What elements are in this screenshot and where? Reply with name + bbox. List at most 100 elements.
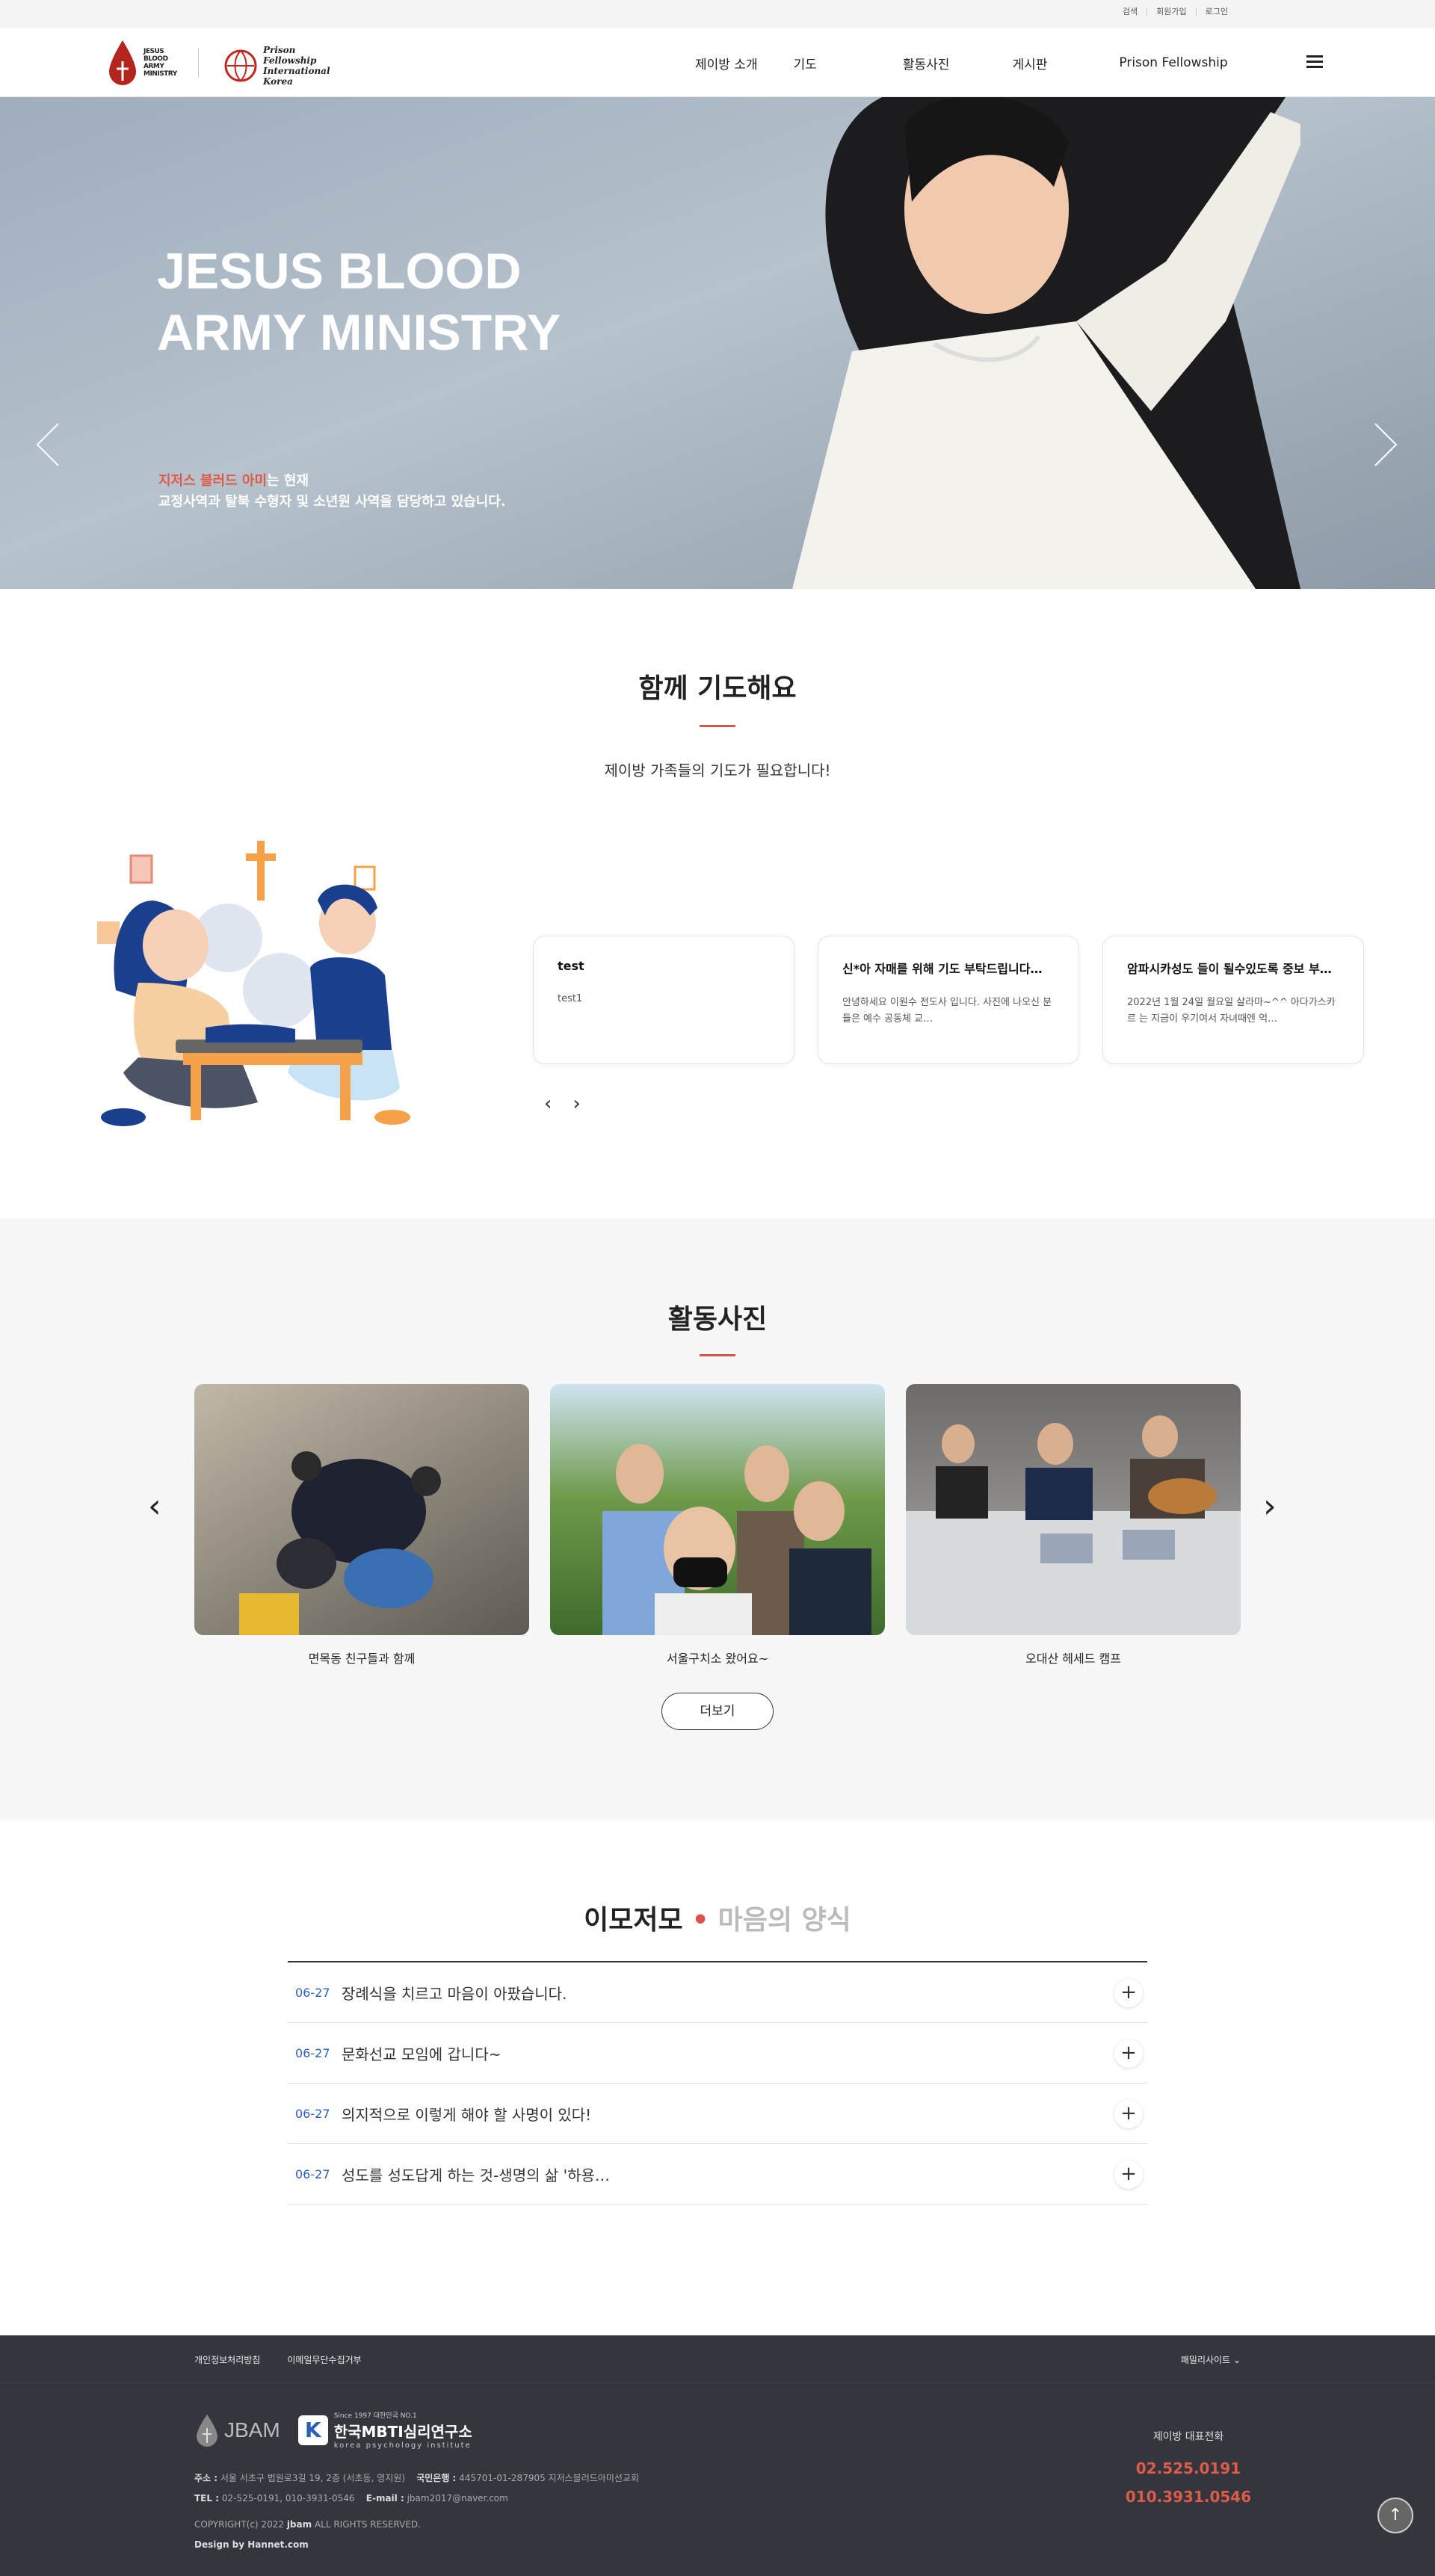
news-date: 06-27 (295, 2166, 330, 2181)
signup-link[interactable]: 회원가입 (1147, 7, 1195, 16)
prayer-title: 함께 기도해요 (638, 673, 797, 704)
footer-links: 개인정보처리방침 이메일무단수집거부 (194, 2353, 362, 2366)
footer-logos: JBAM K Since 1997 대한민국 NO.1 한국MBTI심리연구소 … (194, 2410, 472, 2450)
plus-icon[interactable]: + (1114, 1979, 1143, 2007)
prayer-prev-icon[interactable]: ‹ (544, 1093, 552, 1115)
hero-photo (792, 97, 1300, 589)
footer-call: 제이방 대표전화 02.525.0191 010.3931.0546 (1121, 2429, 1256, 2511)
photo-caption: 서울구치소 왔어요~ (666, 1652, 769, 1666)
phone-number[interactable]: 02.525.0191 (1121, 2454, 1256, 2483)
prayer-card-body: 2022년 1월 24일 월요일 살라마~^^ 아다가스카르 는 지금이 우기여… (1127, 997, 1336, 1025)
more-button[interactable]: 더보기 (661, 1693, 774, 1730)
email: jbam2017@naver.com (407, 2493, 508, 2504)
phone-number[interactable]: 010.3931.0546 (1121, 2483, 1256, 2511)
footer-jbam-logo: JBAM (194, 2413, 280, 2447)
design-credit[interactable]: Design by Hannet.com (194, 2539, 309, 2550)
privacy-link[interactable]: 개인정보처리방침 (194, 2353, 260, 2366)
news-row[interactable]: 06-27 성도를 성도답게 하는 것-생명의 삶 '하용… + (288, 2144, 1147, 2205)
tel: 02-525-0191, 010-3931-0546 (221, 2493, 355, 2504)
photo-caption: 오대산 헤세드 캠프 (1025, 1652, 1121, 1666)
news-row[interactable]: 06-27 문화선교 모임에 갑니다~ + (288, 2023, 1147, 2084)
jbam-logo-text: JESUS BLOOD ARMY MINISTRY (144, 48, 177, 78)
family-site-label: 패밀리사이트 (1180, 2355, 1231, 2365)
photo-item[interactable]: 오대산 헤세드 캠프 (906, 1384, 1241, 1667)
site-footer: 개인정보처리방침 이메일무단수집거부 패밀리사이트 ⌄ JBAM K Since… (0, 2335, 1435, 2576)
plus-icon[interactable]: + (1114, 2039, 1143, 2068)
footer-info: 주소 : 서울 서초구 법원로3길 19, 2층 (서초동, 영지원) 국민은행… (194, 2468, 639, 2555)
photo-prev-icon[interactable]: ‹ (148, 1487, 161, 1525)
address: 서울 서초구 법원로3길 19, 2층 (서초동, 영지원) (220, 2473, 405, 2483)
addr-label: 주소 : (194, 2473, 218, 2483)
nav-photos[interactable]: 활동사진 (903, 54, 950, 72)
photo-caption: 면목동 친구들과 함께 (308, 1652, 416, 1666)
kpi-logo-icon: K (297, 2415, 328, 2445)
family-site-select[interactable]: 패밀리사이트 ⌄ (1181, 2353, 1241, 2366)
nav-prayer[interactable]: 기도 (794, 54, 817, 72)
photo-image (194, 1384, 529, 1635)
hero-prev-icon[interactable] (36, 422, 60, 467)
blood-drop-icon (109, 40, 136, 85)
tel-label: TEL : (194, 2493, 220, 2504)
call-label: 제이방 대표전화 (1152, 2431, 1224, 2443)
photo-item[interactable]: 서울구치소 왔어요~ (550, 1384, 885, 1667)
footer-top: 개인정보처리방침 이메일무단수집거부 패밀리사이트 ⌄ (0, 2335, 1435, 2383)
news-item-title[interactable]: 의지적으로 이렇게 해야 할 사명이 있다! (342, 2103, 591, 2125)
search-link[interactable]: 검색 (1114, 7, 1147, 16)
news-title: 이모저모 • 마음의 양식 (0, 1898, 1435, 1937)
nav-board[interactable]: 게시판 (1012, 54, 1047, 72)
pf-logo[interactable]: Prison Fellowship International Korea (223, 45, 338, 87)
login-link[interactable]: 로그인 (1195, 7, 1237, 16)
hero-title: JESUS BLOOD ARMY MINISTRY (157, 243, 561, 361)
photo-scene (602, 1444, 871, 1635)
bank-label: 국민은행 : (416, 2473, 457, 2483)
photo-next-icon[interactable]: › (1263, 1487, 1277, 1525)
copyright-brand: jbam (286, 2519, 312, 2530)
photo-item[interactable]: 면목동 친구들과 함께 (194, 1384, 529, 1667)
prayer-card[interactable]: test test1 (533, 936, 794, 1064)
copyright-a: COPYRIGHT(c) 2022 (194, 2519, 284, 2530)
plus-icon[interactable]: + (1114, 2160, 1143, 2189)
photo-image (906, 1384, 1241, 1635)
logo-divider (198, 48, 199, 78)
praying-children-illustration (97, 841, 410, 1126)
prayer-card[interactable]: 신*아 자매를 위해 기도 부탁드립니다… 안녕하세요 이원수 전도사 입니다.… (818, 936, 1079, 1064)
kpi-en: korea psychology institute (333, 2441, 472, 2450)
prayer-next-icon[interactable]: › (573, 1093, 580, 1115)
photo-title: 활동사진 (667, 1304, 768, 1335)
scroll-top-icon[interactable]: ↑ (1377, 2498, 1413, 2533)
hero-next-icon[interactable] (1374, 422, 1398, 467)
news-tab-inactive[interactable]: 마음의 양식 (718, 1905, 851, 1936)
news-item-title[interactable]: 장례식을 치르고 마음이 아팠습니다. (342, 1982, 567, 2004)
hero-subtitle-accent: 지저스 블러드 아미 (158, 473, 268, 489)
footer-drop-icon (197, 2414, 217, 2447)
news-date: 06-27 (295, 2106, 330, 2121)
news-item-title[interactable]: 성도를 성도답게 하는 것-생명의 삶 '하용… (342, 2163, 610, 2185)
nav-about[interactable]: 제이방 소개 (695, 54, 758, 72)
email-label: E-mail : (365, 2493, 404, 2504)
prayer-card[interactable]: 암파시카성도 들이 될수있도록 중보 부… 2022년 1월 24일 월요일 살… (1102, 936, 1364, 1064)
email-policy-link[interactable]: 이메일무단수집거부 (287, 2353, 361, 2366)
photo-image (550, 1384, 885, 1635)
footer-kpi-logo: K Since 1997 대한민국 NO.1 한국MBTI심리연구소 korea… (297, 2410, 472, 2450)
prayer-card-title: 암파시카성도 들이 될수있도록 중보 부… (1127, 962, 1332, 976)
photo-gallery: 면목동 친구들과 함께 서울구치소 왔어요~ 오대산 헤세드 캠프 (194, 1384, 1241, 1667)
hero-subtitle-line2: 교정사역과 탈북 수형자 및 소년원 사역을 담당하고 있습니다. (158, 494, 506, 510)
news-tab-active[interactable]: 이모저모 (584, 1905, 682, 1936)
news-date: 06-27 (295, 1985, 330, 2000)
footer-jbam-text: JBAM (224, 2418, 280, 2441)
news-row[interactable]: 06-27 장례식을 치르고 마음이 아팠습니다. + (288, 1962, 1147, 2023)
jbam-logo[interactable]: JESUS BLOOD ARMY MINISTRY (106, 39, 181, 87)
hero-slider: JESUS BLOOD ARMY MINISTRY 지저스 블러드 아미는 현재… (0, 97, 1435, 589)
photo-scene (906, 1415, 1241, 1635)
kpi-name: 한국MBTI심리연구소 (333, 2423, 472, 2441)
photo-title-bar (700, 1354, 735, 1356)
menu-icon[interactable] (1306, 52, 1326, 72)
nav-prison-fellowship[interactable]: Prison Fellowship (1119, 55, 1227, 70)
news-row[interactable]: 06-27 의지적으로 이렇게 해야 할 사명이 있다! + (288, 2084, 1147, 2144)
news-item-title[interactable]: 문화선교 모임에 갑니다~ (342, 2042, 501, 2064)
news-tab-dot: • (691, 1905, 709, 1936)
prayer-desc: 제이방 가족들의 기도가 필요합니다! (604, 762, 831, 779)
plus-icon[interactable]: + (1114, 2100, 1143, 2128)
pf-logo-text: Prison Fellowship International Korea (263, 45, 330, 87)
kpi-since: Since 1997 대한민국 NO.1 (333, 2412, 417, 2420)
